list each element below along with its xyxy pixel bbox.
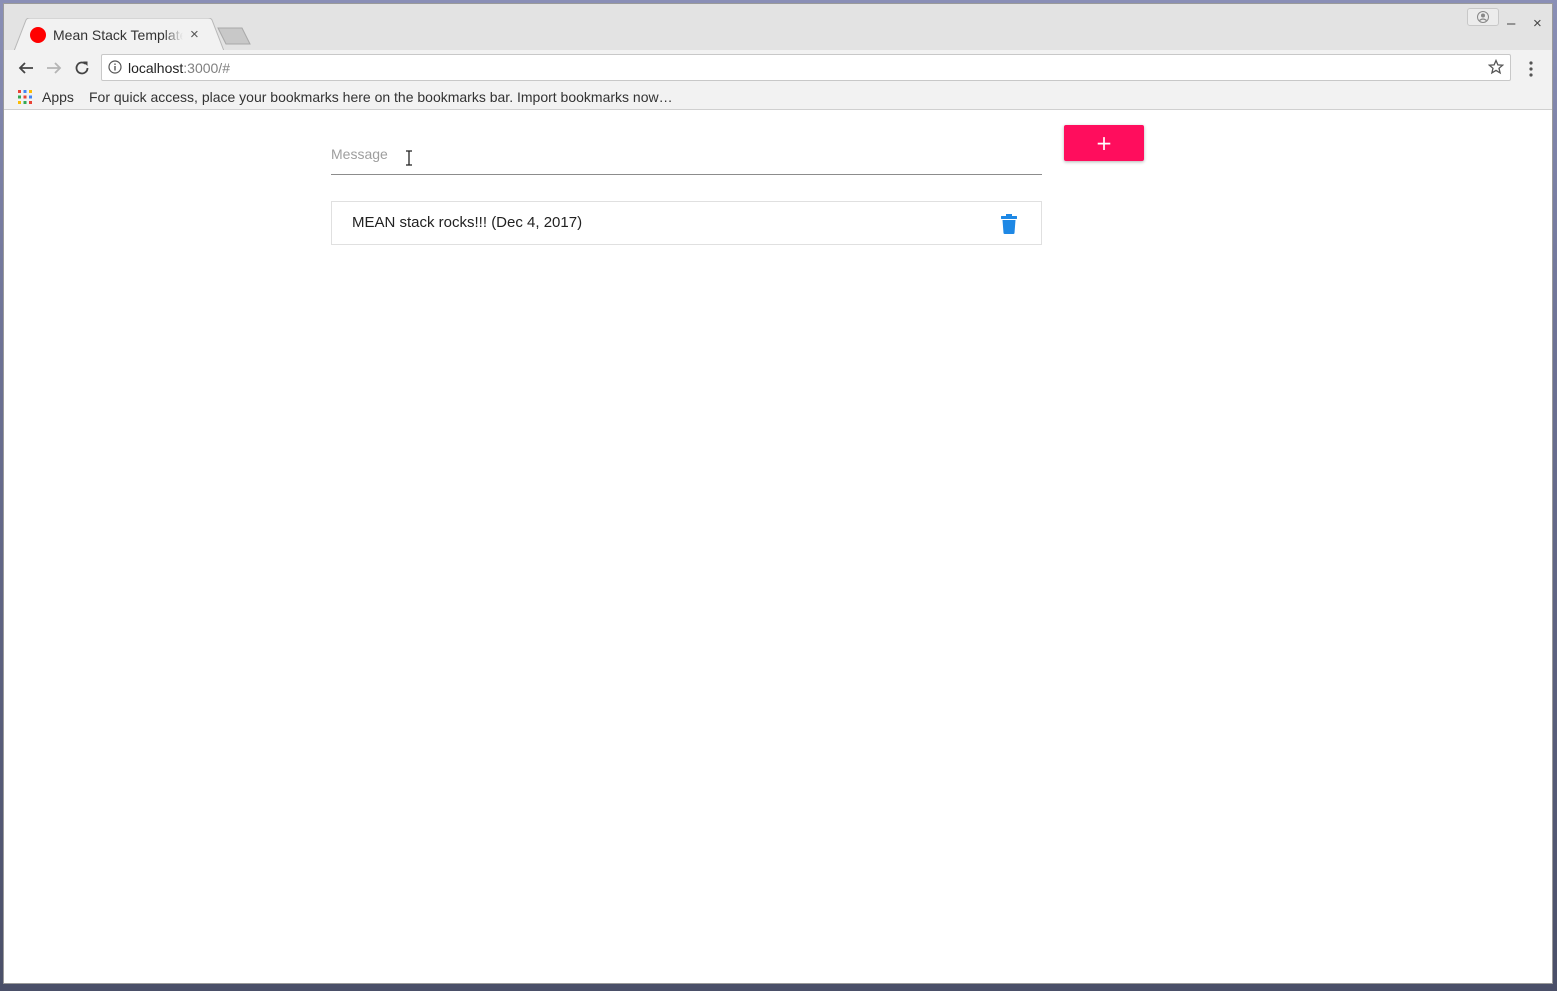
forward-button[interactable] bbox=[44, 58, 64, 78]
tab-strip: Mean Stack Template × – × bbox=[4, 4, 1552, 51]
page-content: + MEAN stack rocks!!! (Dec 4, 2017) bbox=[4, 110, 1552, 983]
profile-button[interactable] bbox=[1467, 8, 1499, 26]
back-icon bbox=[18, 62, 33, 74]
apps-link[interactable]: Apps bbox=[42, 89, 74, 105]
url-text[interactable]: localhost:3000/# bbox=[128, 60, 230, 76]
star-icon[interactable] bbox=[1488, 59, 1504, 75]
message-list: MEAN stack rocks!!! (Dec 4, 2017) bbox=[331, 201, 1042, 245]
tab-content[interactable]: Mean Stack Template bbox=[30, 22, 210, 48]
new-tab-button[interactable] bbox=[216, 26, 252, 46]
menu-icon[interactable] bbox=[1524, 60, 1538, 78]
close-window-button[interactable]: × bbox=[1533, 16, 1542, 32]
url-path: :3000/# bbox=[183, 60, 230, 76]
browser-window: Mean Stack Template × – × localhost:3000… bbox=[3, 3, 1553, 984]
address-bar[interactable]: localhost:3000/# bbox=[101, 54, 1511, 81]
tab-title: Mean Stack Template bbox=[53, 27, 183, 43]
list-item: MEAN stack rocks!!! (Dec 4, 2017) bbox=[331, 201, 1042, 245]
profile-icon bbox=[1477, 11, 1489, 23]
text-cursor-icon bbox=[406, 150, 412, 166]
message-field bbox=[331, 128, 1042, 175]
reload-icon bbox=[75, 61, 89, 75]
add-message-button[interactable]: + bbox=[1064, 125, 1144, 161]
url-host: localhost bbox=[128, 60, 184, 76]
message-input[interactable] bbox=[331, 142, 1042, 166]
forward-icon bbox=[47, 62, 62, 74]
bookmarks-hint[interactable]: For quick access, place your bookmarks h… bbox=[89, 89, 673, 105]
reload-button[interactable] bbox=[72, 58, 92, 78]
bookmarks-bar: Apps For quick access, place your bookma… bbox=[4, 86, 1552, 110]
trash-icon[interactable] bbox=[1001, 214, 1017, 234]
minimize-button[interactable]: – bbox=[1507, 16, 1515, 32]
apps-icon[interactable] bbox=[18, 90, 32, 104]
favicon-icon bbox=[30, 27, 46, 43]
browser-toolbar: localhost:3000/# bbox=[4, 50, 1552, 86]
close-tab-icon[interactable]: × bbox=[190, 26, 199, 44]
info-icon[interactable] bbox=[108, 60, 122, 74]
message-text: MEAN stack rocks!!! (Dec 4, 2017) bbox=[352, 214, 583, 231]
back-button[interactable] bbox=[16, 58, 36, 78]
